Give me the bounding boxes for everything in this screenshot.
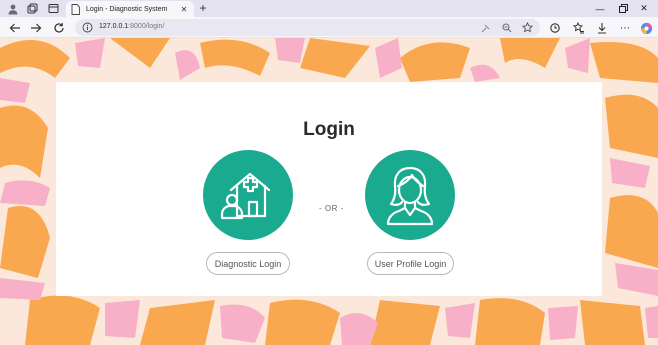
favorite-star-icon[interactable] <box>522 22 533 33</box>
collections-icon[interactable] <box>25 2 39 15</box>
info-icon[interactable] <box>82 22 93 33</box>
diagnostic-login-avatar[interactable] <box>203 150 293 240</box>
new-tab-icon[interactable]: + <box>196 1 210 15</box>
tab-login[interactable]: Login - Diagnostic System ✕ <box>66 1 194 17</box>
copilot-icon[interactable] <box>638 20 654 36</box>
browser-essentials-icon[interactable] <box>547 20 563 36</box>
refresh-icon[interactable] <box>51 20 67 36</box>
page-title: Login <box>303 119 355 140</box>
close-tab-icon[interactable]: ✕ <box>178 3 190 15</box>
clinic-building-icon <box>220 172 271 220</box>
more-menu-icon[interactable]: ⋯ <box>617 20 633 36</box>
favorites-icon[interactable] <box>571 20 587 36</box>
login-card: Login - OR - Diagnostic Login User Profi… <box>56 82 602 296</box>
or-separator: - OR - <box>319 204 344 213</box>
address-bar[interactable]: 127.0.0.1:8000/login/ <box>75 19 540 36</box>
login-page: Login - OR - Diagnostic Login User Profi… <box>0 38 658 345</box>
downloads-icon[interactable] <box>594 20 610 36</box>
zoom-icon[interactable] <box>501 22 512 33</box>
forward-icon[interactable] <box>28 20 44 36</box>
close-window-icon[interactable]: ✕ <box>630 0 658 17</box>
tab-strip: Login - Diagnostic System ✕ + — ✕ <box>0 0 658 17</box>
tab-actions-icon[interactable] <box>46 2 60 15</box>
read-aloud-icon[interactable] <box>480 22 491 33</box>
back-icon[interactable] <box>7 20 23 36</box>
url-text: 127.0.0.1:8000/login/ <box>99 23 165 30</box>
diagnostic-login-button[interactable]: Diagnostic Login <box>206 252 290 275</box>
tab-title: Login - Diagnostic System <box>86 5 168 13</box>
page-icon <box>71 3 80 15</box>
user-profile-login-button[interactable]: User Profile Login <box>367 252 454 275</box>
browser-toolbar: 127.0.0.1:8000/login/ ⋯ <box>0 17 658 38</box>
profile-icon[interactable] <box>6 2 20 15</box>
woman-user-icon <box>386 166 434 226</box>
user-profile-avatar[interactable] <box>365 150 455 240</box>
